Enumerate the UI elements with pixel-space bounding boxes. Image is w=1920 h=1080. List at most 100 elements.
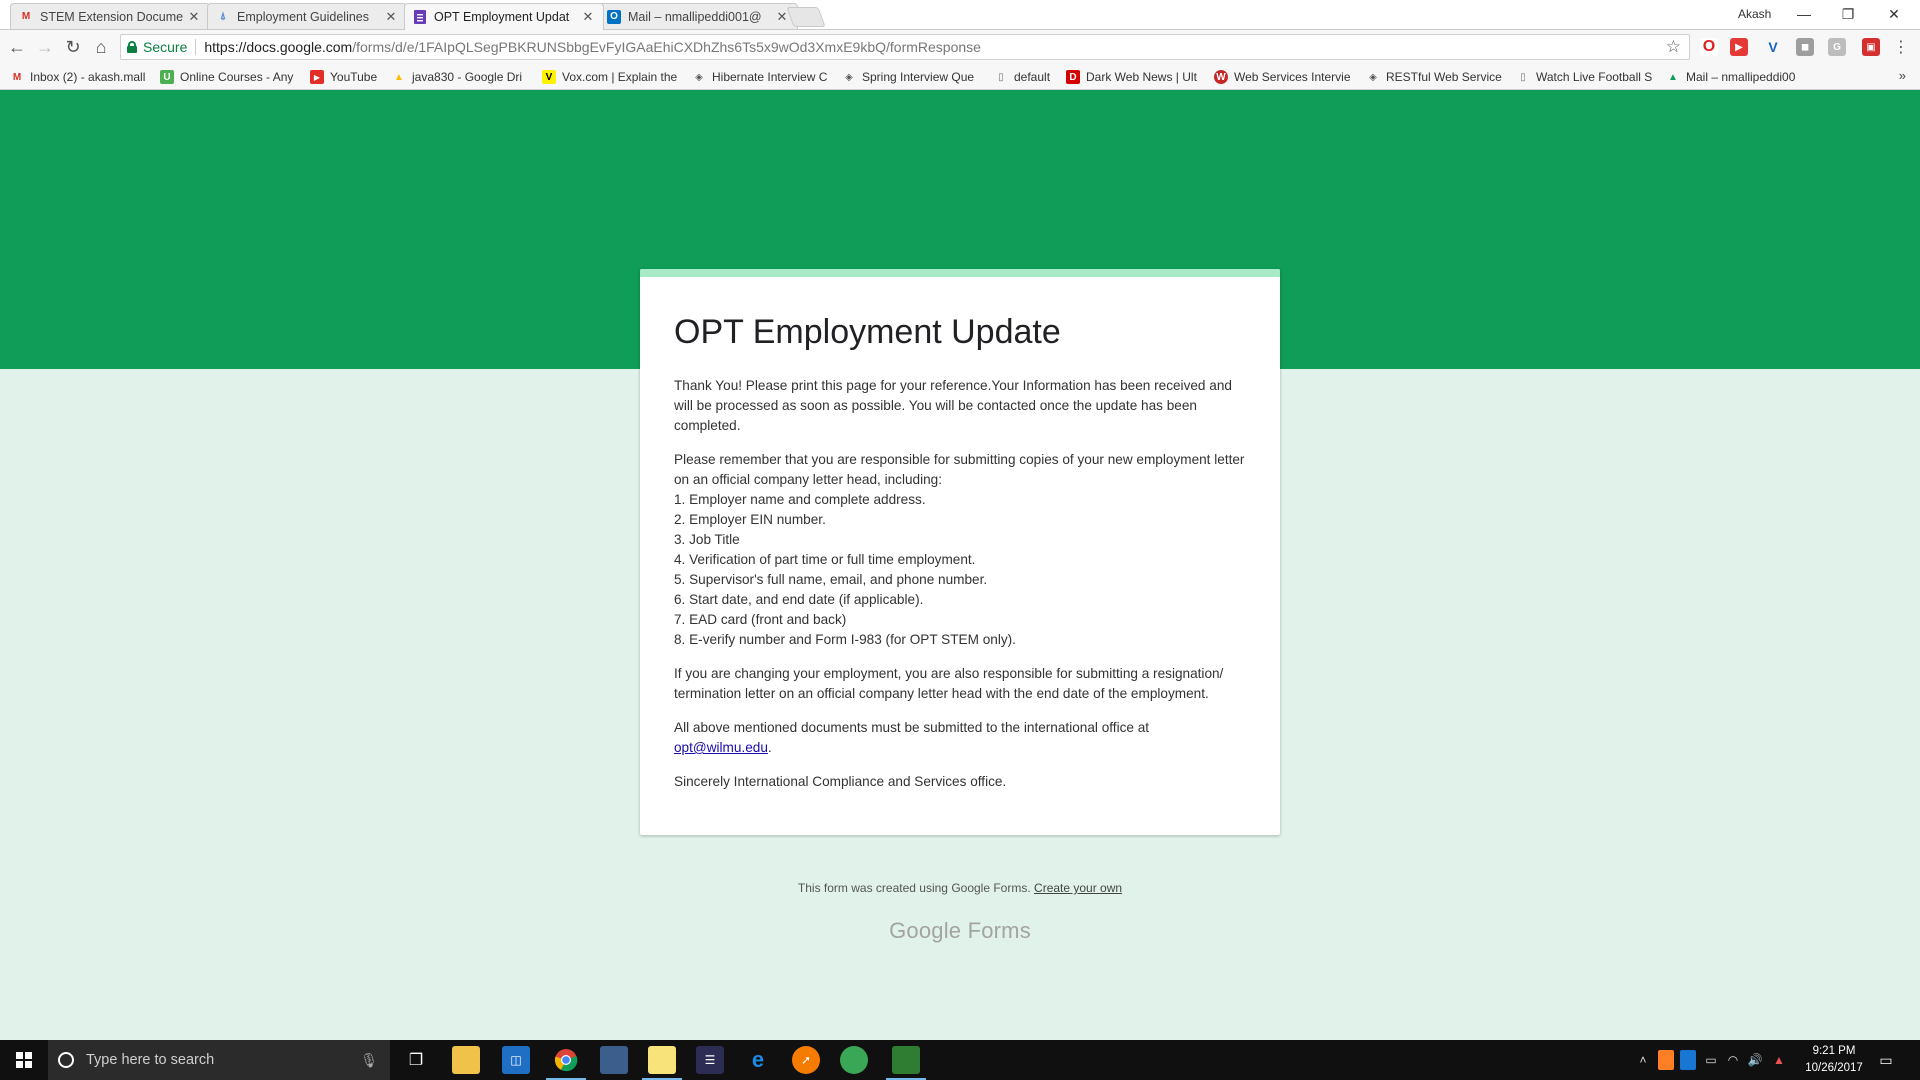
bookmark-item[interactable]: ◈ RESTful Web Services [1366,68,1502,86]
taskbar-clock[interactable]: 9:21 PM 10/26/2017 [1798,1043,1870,1077]
requirements-intro: Please remember that you are responsible… [674,452,1245,487]
extension-icon[interactable]: ◼ [1796,38,1814,56]
secure-label: Secure [143,39,188,55]
google-forms-icon [413,10,427,24]
cortana-icon [58,1052,74,1068]
lock-icon [127,41,137,53]
notification-extension-icon[interactable]: ▣ [1862,38,1880,56]
diamond-icon: ◈ [1369,71,1377,83]
bookmark-label: Dark Web News | Ult [1086,70,1197,84]
bookmark-star-icon[interactable]: ☆ [1666,37,1681,57]
bookmark-item[interactable]: U Online Courses - Any [160,68,296,86]
clock-date: 10/26/2017 [1805,1062,1863,1074]
more-bookmarks-icon[interactable]: » [1899,68,1906,83]
tab-employment-guidelines[interactable]: ⍋ Employment Guidelines ✕ [207,3,407,29]
wifi-icon[interactable]: ◠ [1724,1050,1742,1070]
tab-title: STEM Extension Docume [40,9,184,24]
minimize-icon[interactable]: — [1784,3,1824,25]
bookmark-item[interactable]: ▯ Watch Live Football S [1516,68,1652,86]
bookmark-label: Spring Interview Que [862,70,975,84]
close-tab-icon[interactable]: ✕ [384,9,398,25]
card-accent-bar [640,269,1280,277]
chrome-icon[interactable] [546,1046,586,1080]
confirmation-message: Thank You! Please print this page for yo… [674,376,1246,792]
bookmark-item[interactable]: ▶ YouTube [310,68,386,86]
taskbar-search[interactable]: Type here to search 🎙 [48,1040,390,1080]
outlook-icon: O [607,9,621,24]
microphone-icon[interactable]: 🎙 [360,1052,378,1069]
close-tab-icon[interactable]: ✕ [581,9,595,25]
darkweb-icon: D [1066,70,1080,84]
tray-security-icon[interactable] [1680,1050,1696,1070]
volume-icon[interactable]: 🔊 [1746,1050,1764,1070]
udemy-icon: U [160,70,174,84]
bookmark-item[interactable]: ▲ Mail – nmallipeddi00 [1666,68,1802,86]
tray-app-icon[interactable] [1658,1050,1674,1070]
bookmark-label: Web Services Intervie [1234,70,1351,84]
postman-icon[interactable]: ➚ [792,1046,820,1074]
address-bar[interactable]: Secure https://docs.google.com/forms/d/e… [120,34,1690,60]
drive-icon: ▲ [394,71,404,83]
new-tab-button[interactable] [786,7,826,27]
google-forms-logo[interactable]: Google Forms [0,918,1920,944]
tab-opt-employment-update[interactable]: OPT Employment Updat ✕ [404,3,604,30]
g-extension-icon[interactable]: G [1828,38,1846,56]
requirement-item: 4. Verification of part time or full tim… [674,552,976,567]
bookmark-item[interactable]: W Web Services Intervie [1214,68,1354,86]
profile-name[interactable]: Akash [1738,7,1771,21]
diamond-icon: ◈ [845,71,853,83]
file-explorer-icon[interactable] [452,1046,480,1074]
bookmark-item[interactable]: M Inbox (2) - akash.mall [10,68,150,86]
thank-you-paragraph: Thank You! Please print this page for yo… [674,378,1232,433]
tab-title: Mail – nmallipeddi001@ [628,9,762,24]
bookmark-label: Inbox (2) - akash.mall [30,70,146,84]
logo-google-text: Google [889,918,962,943]
home-icon[interactable]: ⌂ [90,36,112,58]
vox-icon: V [542,70,556,84]
globe-icon[interactable] [840,1046,868,1074]
bookmark-item[interactable]: ▲ java830 - Google Dri [392,68,526,86]
bookmark-label: RESTful Web Services [1386,70,1502,84]
gmail-icon: M [12,71,22,83]
email-link[interactable]: opt@wilmu.edu [674,740,768,755]
tab-mail[interactable]: O Mail – nmallipeddi001@ ✕ [598,3,798,29]
store-icon[interactable]: ◫ [502,1046,530,1074]
v-extension-icon[interactable]: V [1764,38,1782,56]
terminal-icon[interactable] [600,1046,628,1074]
tab-stem-extension[interactable]: M STEM Extension Docume ✕ [10,3,210,29]
requirement-item: 3. Job Title [674,532,740,547]
close-window-icon[interactable]: ✕ [1874,3,1914,25]
reload-icon[interactable]: ↻ [62,36,84,58]
bookmark-item[interactable]: ▯ default [994,68,1058,86]
bookmark-item[interactable]: D Dark Web News | Ult [1066,68,1202,86]
bookmark-item[interactable]: V Vox.com | Explain the [542,68,678,86]
bookmark-item[interactable]: ◈ Hibernate Interview C [692,68,830,86]
internet-explorer-icon[interactable]: e [744,1046,772,1074]
opera-extension-icon[interactable]: O [1700,38,1718,56]
create-your-own-link[interactable]: Create your own [1034,881,1122,895]
sticky-notes-icon[interactable] [642,1046,682,1080]
bookmark-label: Online Courses - Any [180,70,294,84]
requirements-paragraph: Please remember that you are responsible… [674,450,1246,650]
restore-icon[interactable]: ❐ [1828,3,1868,25]
spreadsheet-app-icon[interactable] [886,1046,926,1080]
back-arrow-icon[interactable]: ← [6,36,28,58]
close-tab-icon[interactable]: ✕ [187,9,201,25]
gmail-icon: M [21,11,31,22]
tray-alert-icon[interactable]: ▲ [1770,1050,1788,1070]
bookmark-label: Vox.com | Explain the [562,70,678,84]
eclipse-icon[interactable]: ☰ [696,1046,724,1074]
requirement-item: 6. Start date, and end date (if applicab… [674,592,924,607]
url-host: https://docs.google.com [204,39,353,55]
battery-icon[interactable]: ▭ [1702,1050,1720,1070]
show-hidden-icons-chevron-icon[interactable]: ˄ [1636,1050,1650,1070]
bookmark-label: Hibernate Interview C [712,70,828,84]
action-center-icon[interactable]: ▭ [1874,1048,1898,1072]
menu-kebab-icon[interactable]: ⋮ [1890,36,1912,58]
forward-arrow-icon[interactable]: → [34,36,56,58]
start-button[interactable] [0,1040,48,1080]
youtube-extension-icon[interactable]: ▶ [1730,38,1748,56]
task-view-icon[interactable]: ❐ [402,1046,430,1074]
submission-paragraph: All above mentioned documents must be su… [674,718,1246,758]
bookmark-item[interactable]: ◈ Spring Interview Que [842,68,978,86]
